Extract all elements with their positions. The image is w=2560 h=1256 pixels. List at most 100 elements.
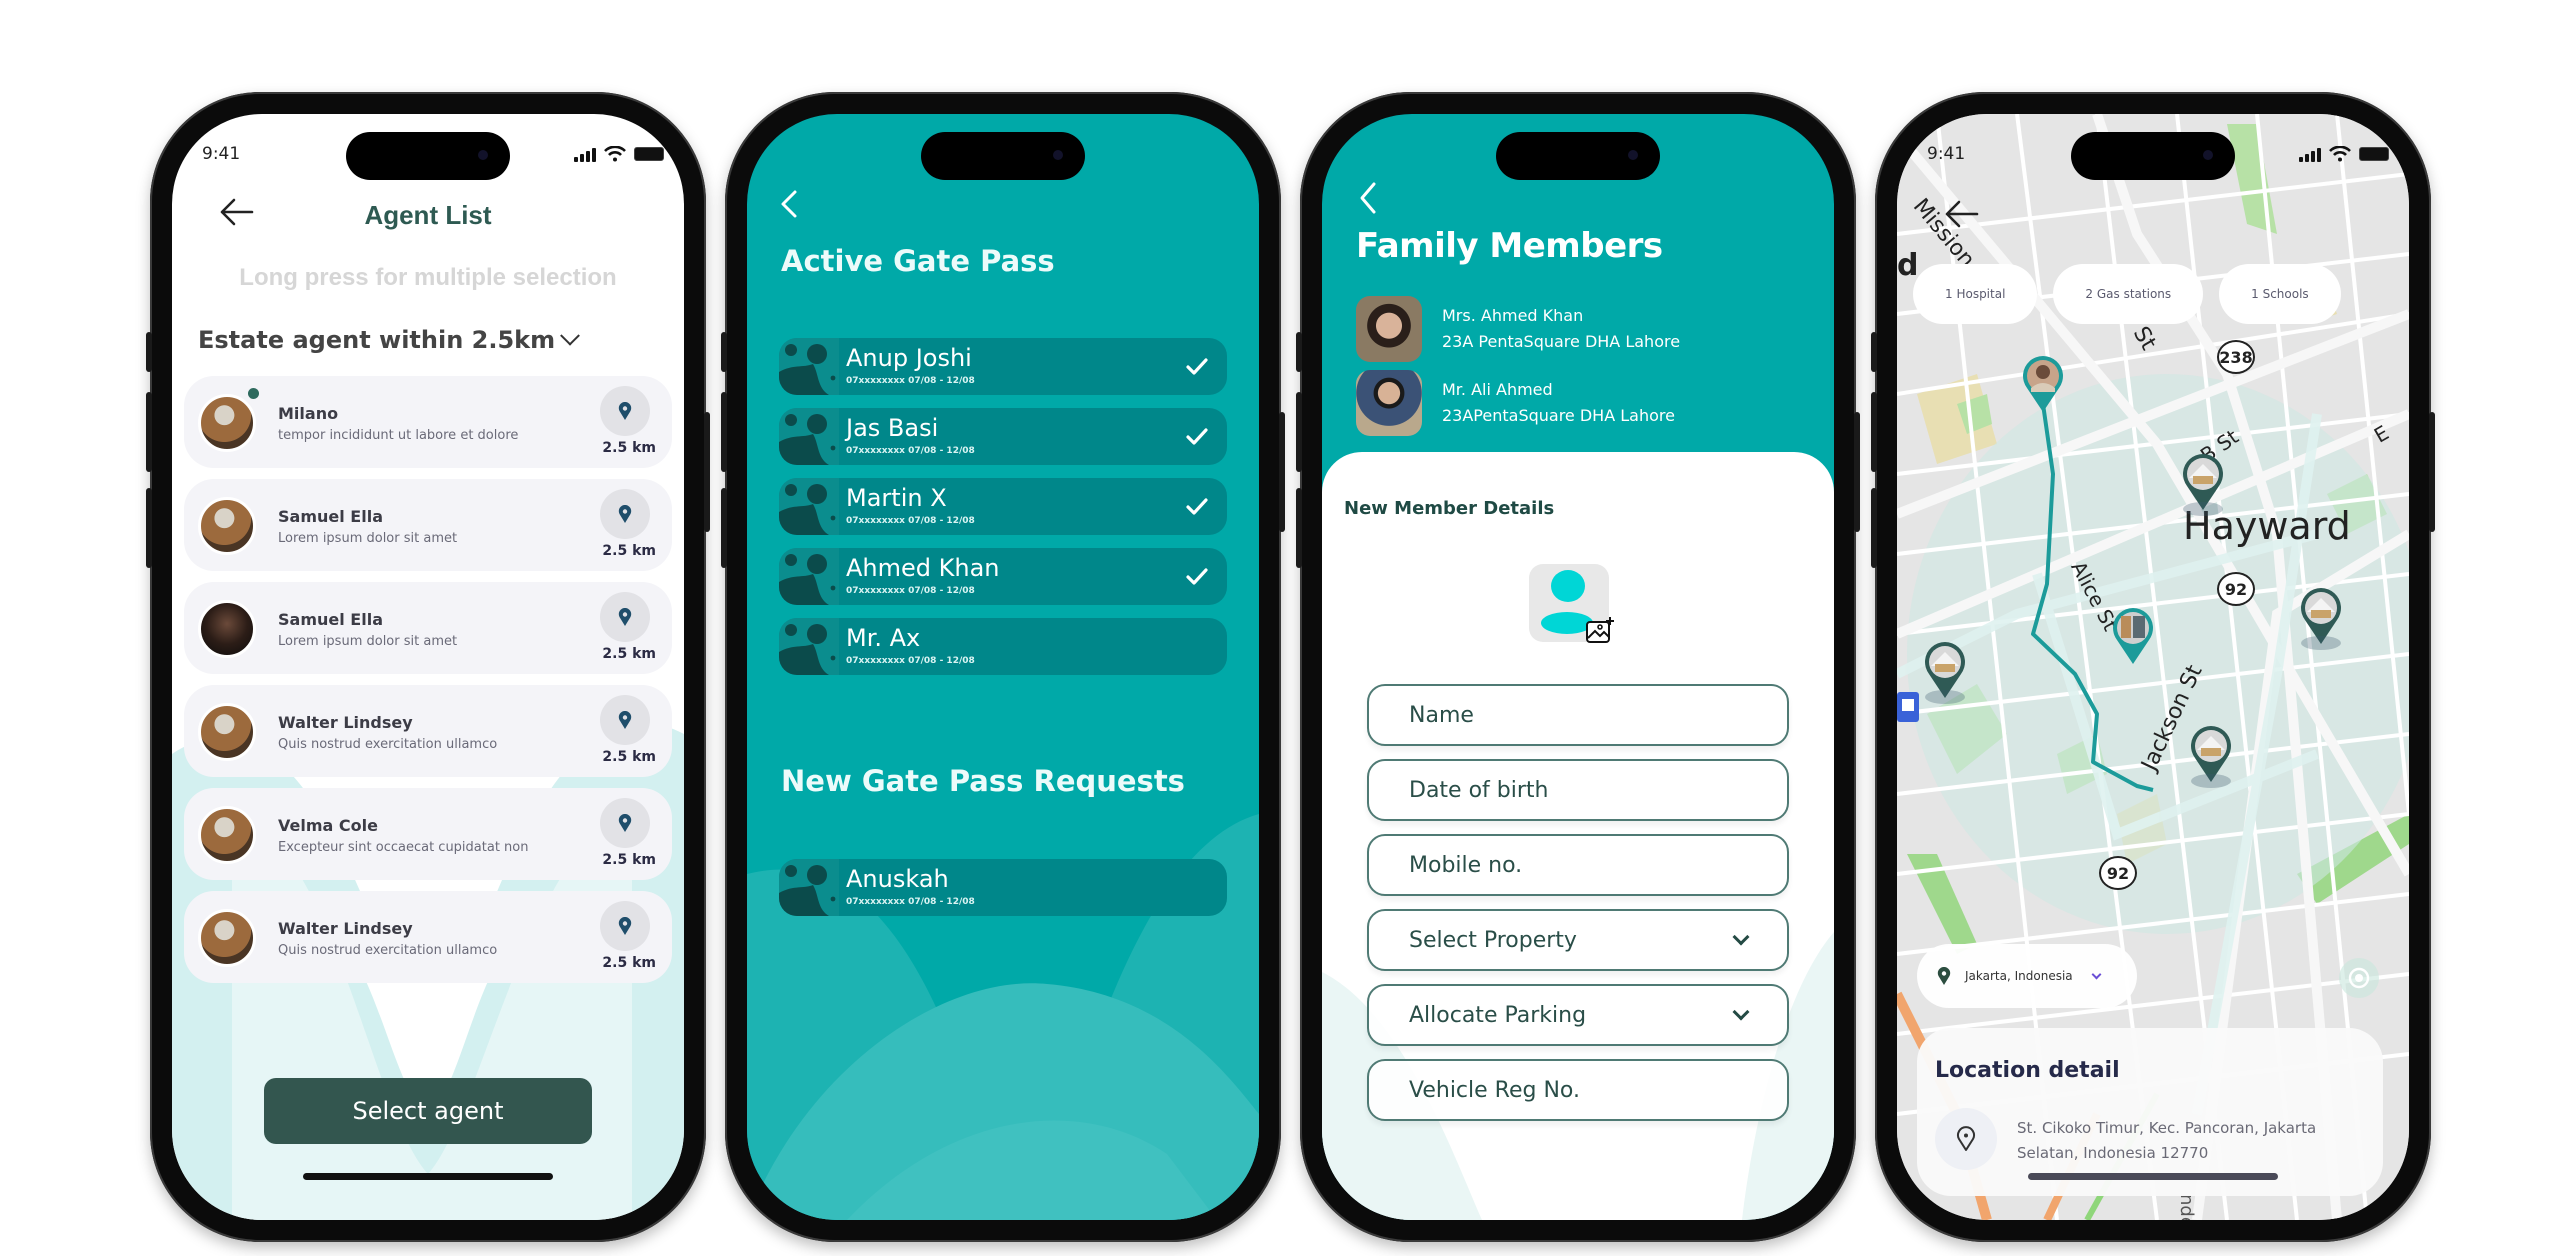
- member-address: 23A PentaSquare DHA Lahore: [1442, 332, 1681, 351]
- selected-property-pin[interactable]: [2109, 606, 2157, 668]
- pass-avatar-blob-icon: [779, 478, 839, 535]
- checkmark-icon: [1186, 568, 1208, 585]
- agent-distance: 2.5 km: [602, 852, 656, 868]
- member-address: 23APentaSquare DHA Lahore: [1442, 406, 1675, 425]
- gate-pass-item[interactable]: Martin X 07xxxxxxxx 07/08 - 12/08: [779, 478, 1227, 535]
- agent-location-button[interactable]: [600, 386, 650, 436]
- agent-list-item[interactable]: Samuel Ella Lorem ipsum dolor sit amet 2.5…: [184, 582, 672, 674]
- agent-list-item[interactable]: Walter Lindsey Quis nostrud exercitation …: [184, 685, 672, 777]
- highway-shield: 92: [2099, 856, 2137, 890]
- phone-gate-pass: Active Gate Pass Anup Joshi 07xxxxxxxx 07…: [721, 92, 1285, 1242]
- location-detail-card: Location detail St. Cikoko Timur, Kec. P…: [1917, 1028, 2383, 1196]
- select-property-input[interactable]: [1369, 911, 1787, 969]
- name-input[interactable]: [1369, 686, 1787, 744]
- date-of-birth-field[interactable]: [1367, 759, 1789, 821]
- phone-map: Mission Blvd d St B St E Hayward Alice S…: [1871, 92, 2435, 1242]
- property-pin[interactable]: [2187, 724, 2235, 788]
- gate-pass-item[interactable]: Mr. Ax 07xxxxxxxx 07/08 - 12/08: [779, 618, 1227, 675]
- gate-pass-item[interactable]: Jas Basi 07xxxxxxxx 07/08 - 12/08: [779, 408, 1227, 465]
- chip-gas-stations[interactable]: 2 Gas stations: [2053, 264, 2204, 324]
- name-field[interactable]: [1367, 684, 1789, 746]
- property-pin[interactable]: [1921, 640, 1969, 704]
- agent-location-button[interactable]: [600, 695, 650, 745]
- map-pin-icon: [618, 711, 632, 729]
- agent-avatar: [198, 703, 256, 761]
- add-image-icon: [1586, 617, 1614, 643]
- home-indicator[interactable]: [2028, 1173, 2278, 1180]
- location-detail-icon-wrap: [1935, 1108, 1997, 1170]
- pass-holder-name: Anup Joshi: [846, 344, 972, 372]
- selection-hint: Long press for multiple selection: [239, 264, 617, 291]
- screen: Mission Blvd d St B St E Hayward Alice S…: [1897, 114, 2409, 1220]
- agent-location-button[interactable]: [600, 798, 650, 848]
- agent-description: Lorem ipsum dolor sit amet: [278, 531, 458, 546]
- agent-list-item[interactable]: Milano tempor incididunt ut labore et dol…: [184, 376, 672, 468]
- agent-distance: 2.5 km: [602, 749, 656, 765]
- pass-avatar-blob-icon: [779, 859, 839, 916]
- active-gate-pass-heading: Active Gate Pass: [781, 244, 1055, 278]
- member-name: Mrs. Ahmed Khan: [1442, 306, 1584, 325]
- chip-schools[interactable]: 1 Schools: [2219, 264, 2341, 324]
- back-arrow-icon[interactable]: [1941, 194, 1981, 234]
- pass-avatar-blob-icon: [779, 408, 839, 465]
- agent-list-item[interactable]: Velma Cole Excepteur sint occaecat cupida…: [184, 788, 672, 880]
- map-pin-icon: [618, 917, 632, 935]
- distance-filter-dropdown[interactable]: Estate agent within 2.5km: [198, 325, 581, 354]
- agent-location-pin[interactable]: [2019, 354, 2067, 416]
- vehicle-reg-no-field[interactable]: [1367, 1059, 1789, 1121]
- location-detail-title: Location detail: [1935, 1058, 2120, 1083]
- vehicle-reg-no-input[interactable]: [1369, 1061, 1787, 1119]
- agent-distance: 2.5 km: [602, 955, 656, 971]
- chevron-down-icon: [2091, 969, 2102, 979]
- dynamic-island: [346, 132, 510, 180]
- mobile-no-field[interactable]: [1367, 834, 1789, 896]
- chevron-down-icon: [560, 325, 581, 346]
- agent-description: Quis nostrud exercitation ullamco: [278, 943, 498, 958]
- agent-list-item[interactable]: Walter Lindsey Quis nostrud exercitation …: [184, 891, 672, 983]
- mobile-no-input[interactable]: [1369, 836, 1787, 894]
- recenter-button[interactable]: [2339, 958, 2379, 998]
- new-member-form: [1367, 684, 1789, 1134]
- filter-label: Estate agent within 2.5km: [198, 326, 556, 354]
- signal-icon: [2299, 146, 2321, 162]
- allocate-parking-input[interactable]: [1369, 986, 1787, 1044]
- date-of-birth-input[interactable]: [1369, 761, 1787, 819]
- battery-icon: [634, 147, 664, 161]
- back-chevron-icon[interactable]: [775, 186, 805, 222]
- pass-phone-dates: 07xxxxxxxx 07/08 - 12/08: [846, 446, 975, 456]
- home-indicator[interactable]: [303, 1173, 553, 1180]
- agent-avatar: [198, 806, 256, 864]
- location-outline-icon: [1957, 1126, 1975, 1151]
- pass-phone-dates: 07xxxxxxxx 07/08 - 12/08: [846, 376, 975, 386]
- agent-list-item[interactable]: Samuel Ella Lorem ipsum dolor sit amet 2.5…: [184, 479, 672, 571]
- property-pin[interactable]: [2297, 586, 2345, 650]
- gate-pass-item[interactable]: Anup Joshi 07xxxxxxxx 07/08 - 12/08: [779, 338, 1227, 395]
- select-agent-button[interactable]: Select agent: [264, 1078, 592, 1144]
- location-selector[interactable]: Jakarta, Indonesia: [1917, 944, 2137, 1008]
- battery-icon: [2359, 147, 2389, 161]
- property-pin[interactable]: [2179, 452, 2227, 516]
- agent-location-button[interactable]: [600, 489, 650, 539]
- map-pin-icon: [618, 608, 632, 626]
- select-property-select[interactable]: [1367, 909, 1789, 971]
- agent-description: Lorem ipsum dolor sit amet: [278, 634, 458, 649]
- member-name: Mr. Ali Ahmed: [1442, 380, 1553, 399]
- gate-pass-item[interactable]: Ahmed Khan 07xxxxxxxx 07/08 - 12/08: [779, 548, 1227, 605]
- allocate-parking-select[interactable]: [1367, 984, 1789, 1046]
- agent-location-button[interactable]: [600, 901, 650, 951]
- back-chevron-icon[interactable]: [1356, 178, 1380, 218]
- agent-location-button[interactable]: [600, 592, 650, 642]
- checkmark-icon: [1186, 358, 1208, 375]
- agent-name: Milano: [278, 404, 339, 423]
- agent-avatar: [198, 394, 256, 452]
- map-pin-icon: [2113, 608, 2153, 664]
- agent-description: tempor incididunt ut labore et dolore: [278, 428, 519, 443]
- member-photo: [1356, 296, 1422, 362]
- page-title: Family Members: [1356, 226, 1663, 266]
- add-photo-button[interactable]: [1529, 564, 1614, 643]
- chip-hospital[interactable]: 1 Hospital: [1913, 264, 2038, 324]
- gate-pass-item[interactable]: Anuskah 07xxxxxxxx 07/08 - 12/08: [779, 859, 1227, 916]
- location-detail-address: St. Cikoko Timur, Kec. Pancoran, Jakarta…: [2017, 1119, 2317, 1162]
- location-pin-icon: [1937, 967, 1951, 985]
- phone-family-members: Family Members Mrs. Ahmed Khan 23A Penta…: [1296, 92, 1860, 1242]
